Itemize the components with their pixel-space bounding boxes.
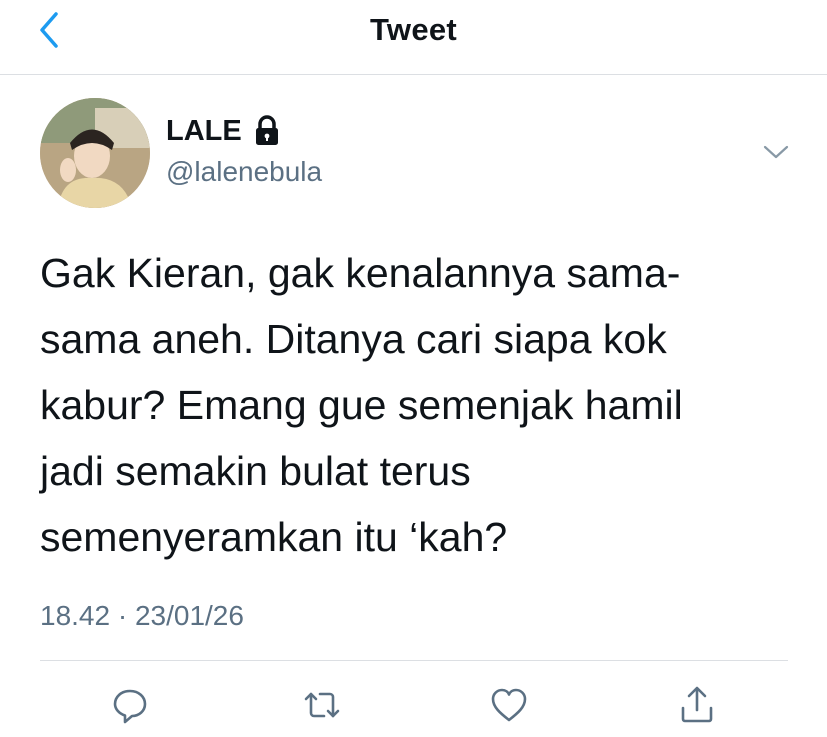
chevron-down-icon[interactable] — [762, 140, 790, 164]
tweet-timestamp[interactable]: 18.42 · 23/01/26 — [40, 600, 244, 632]
display-name[interactable]: LALE — [166, 115, 242, 148]
avatar-photo — [40, 98, 150, 208]
divider — [40, 660, 788, 661]
lock-icon — [256, 115, 278, 145]
tweet-text: Gak Kieran, gak kenalannya sama- sama an… — [40, 250, 683, 560]
avatar[interactable] — [40, 98, 150, 208]
retweet-icon[interactable] — [300, 683, 344, 727]
reply-icon[interactable] — [108, 683, 152, 727]
share-icon[interactable] — [675, 683, 719, 727]
page-title: Tweet — [369, 12, 458, 47]
user-handle[interactable]: @lalenebula — [166, 156, 322, 188]
heart-icon[interactable] — [487, 683, 531, 727]
top-bar: Tweet — [0, 0, 827, 75]
